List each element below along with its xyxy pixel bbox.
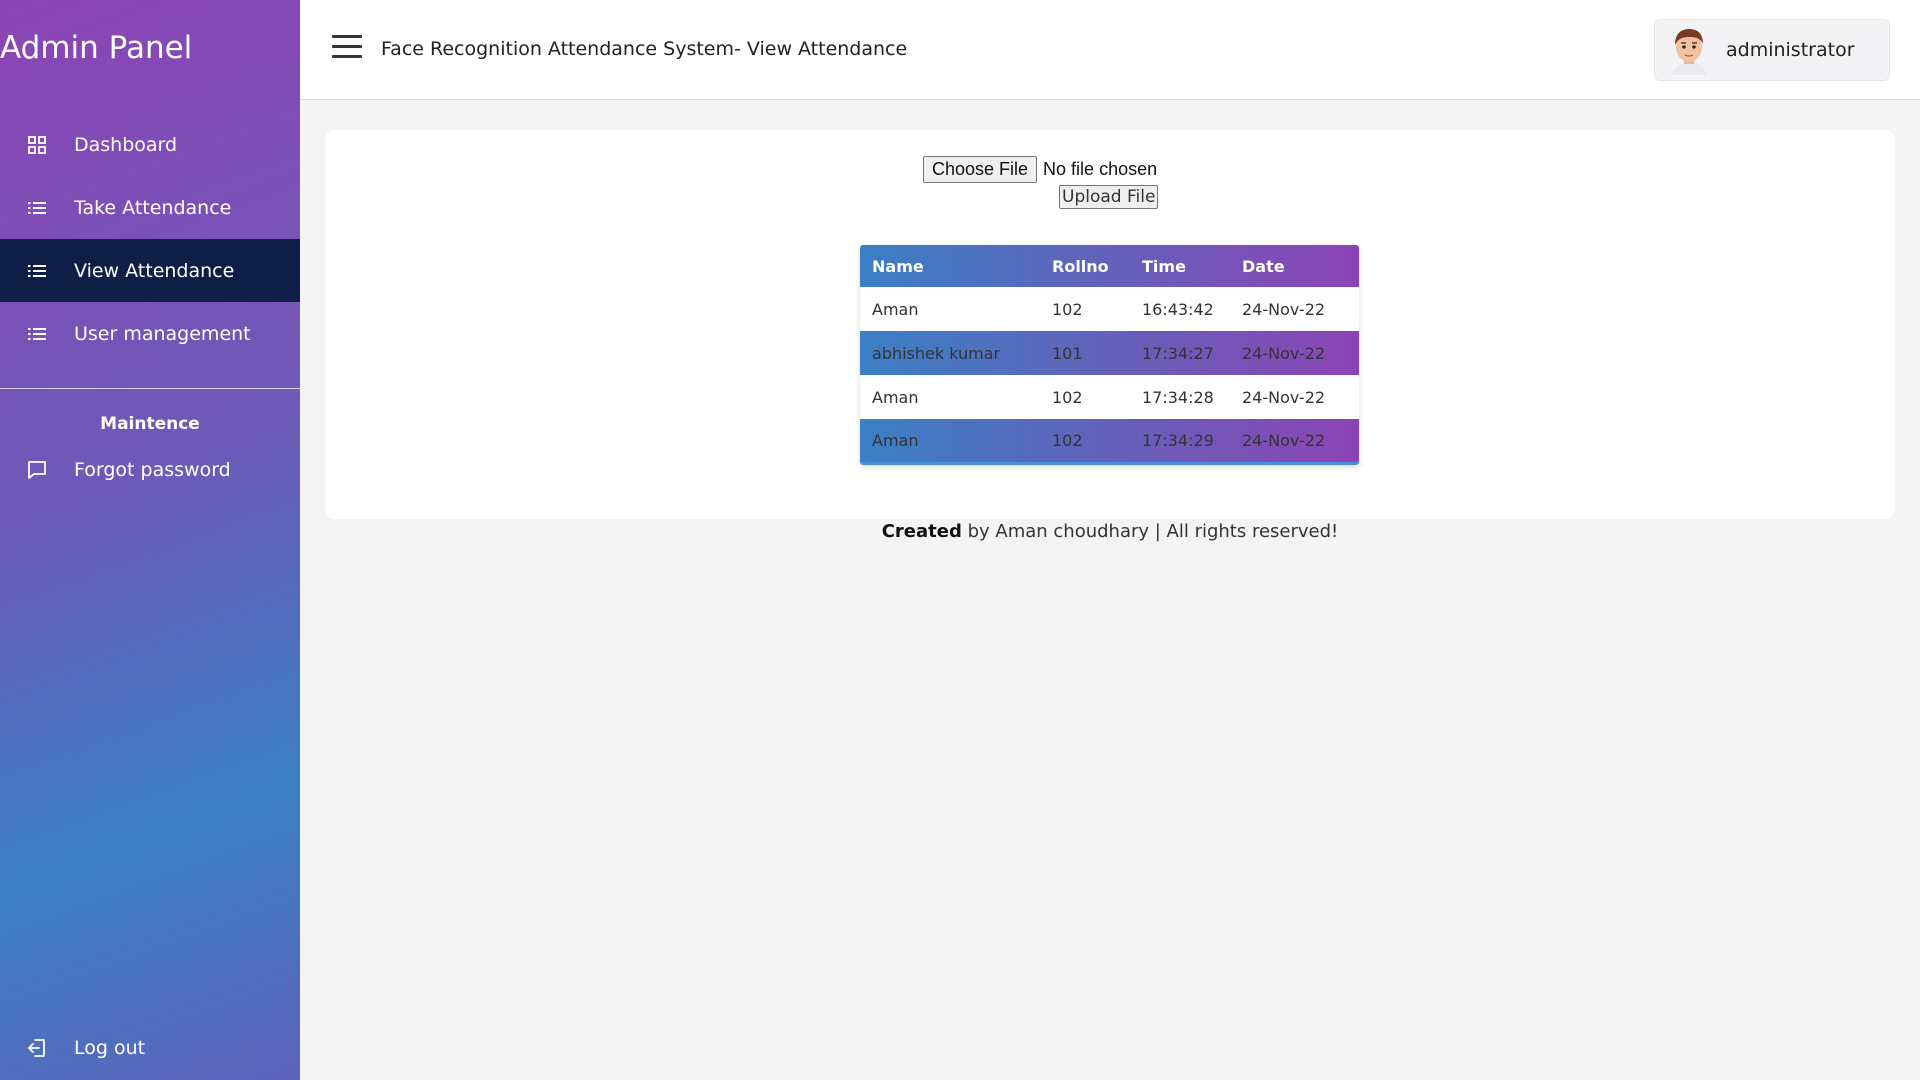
sidebar-item-view-attendance[interactable]: View Attendance <box>0 239 300 302</box>
cell-date: 24-Nov-22 <box>1242 343 1326 363</box>
cell-name: Aman <box>872 299 919 319</box>
top-bar: Face Recognition Attendance System- View… <box>300 0 1920 100</box>
cell-date: 24-Nov-22 <box>1242 430 1326 450</box>
footer: Created by Aman choudhary | All rights r… <box>300 521 1920 542</box>
sidebar-item-label: Take Attendance <box>74 196 232 219</box>
grid-icon <box>26 134 48 156</box>
attendance-table: Name Rollno Time Date Aman 102 16:43:42 … <box>860 245 1359 465</box>
sidebar-item-label: View Attendance <box>74 259 235 282</box>
username: administrator <box>1726 39 1855 61</box>
sidebar-item-label: Forgot password <box>74 458 231 481</box>
cell-rollno: 101 <box>1052 343 1083 363</box>
sidebar-maintenance-nav: Forgot password <box>0 438 300 501</box>
cell-rollno: 102 <box>1052 387 1083 407</box>
column-header-rollno[interactable]: Rollno <box>1040 245 1130 287</box>
cell-date: 24-Nov-22 <box>1242 299 1326 319</box>
sidebar-divider <box>0 388 300 389</box>
cell-name: abhishek kumar <box>872 343 1001 363</box>
cell-time: 17:34:28 <box>1142 387 1214 407</box>
user-menu[interactable]: administrator <box>1654 19 1890 81</box>
section-title: Maintence <box>100 414 200 434</box>
column-header-time[interactable]: Time <box>1130 245 1230 287</box>
sidebar-item-label: User management <box>74 322 251 345</box>
cell-name: Aman <box>872 387 919 407</box>
column-header-date[interactable]: Date <box>1230 245 1359 287</box>
logout-icon <box>26 1037 48 1059</box>
cell-name: Aman <box>872 430 919 450</box>
list-icon <box>26 260 48 282</box>
brand-title: Admin Panel <box>0 30 193 66</box>
page-title: Face Recognition Attendance System- View… <box>381 38 908 60</box>
table-row: Aman 102 17:34:28 24-Nov-22 <box>860 375 1359 419</box>
cell-time: 17:34:27 <box>1142 343 1214 363</box>
table-header-row: Name Rollno Time Date <box>860 245 1359 287</box>
sidebar-item-dashboard[interactable]: Dashboard <box>0 113 300 176</box>
sidebar-item-forgot-password[interactable]: Forgot password <box>0 438 300 501</box>
menu-icon[interactable] <box>332 35 362 59</box>
choose-file-button[interactable]: Choose File <box>923 156 1038 183</box>
logout-label: Log out <box>74 1036 146 1059</box>
list-icon <box>26 197 48 219</box>
sidebar-item-take-attendance[interactable]: Take Attendance <box>0 176 300 239</box>
file-picker: Choose File No file chosen <box>923 156 1157 183</box>
sidebar-item-user-management[interactable]: User management <box>0 302 300 365</box>
cell-date: 24-Nov-22 <box>1242 387 1326 407</box>
avatar <box>1664 25 1714 75</box>
cell-rollno: 102 <box>1052 430 1083 450</box>
logout-button[interactable]: Log out <box>0 1016 300 1079</box>
table-row: abhishek kumar 101 17:34:27 24-Nov-22 <box>860 331 1359 375</box>
table-row: Aman 102 17:34:29 24-Nov-22 <box>860 419 1359 463</box>
logout-area: Log out <box>0 1016 300 1079</box>
sidebar-item-label: Dashboard <box>74 133 178 156</box>
sidebar-nav: Dashboard Take Attendance View Attendanc… <box>0 113 300 365</box>
footer-created: Created <box>881 521 962 542</box>
cell-time: 17:34:29 <box>1142 430 1214 450</box>
cell-rollno: 102 <box>1052 299 1083 319</box>
table-row: Aman 102 16:43:42 24-Nov-22 <box>860 287 1359 331</box>
cell-time: 16:43:42 <box>1142 299 1214 319</box>
chat-icon <box>26 459 48 481</box>
list-icon <box>26 323 48 345</box>
file-status: No file chosen <box>1043 159 1158 179</box>
upload-file-button[interactable]: Upload File <box>1059 185 1159 209</box>
footer-text: by Aman choudhary | All rights reserved! <box>961 521 1339 542</box>
sidebar: Admin Panel Dashboard Take Attendance Vi… <box>0 0 300 1080</box>
column-header-name[interactable]: Name <box>860 245 1040 287</box>
